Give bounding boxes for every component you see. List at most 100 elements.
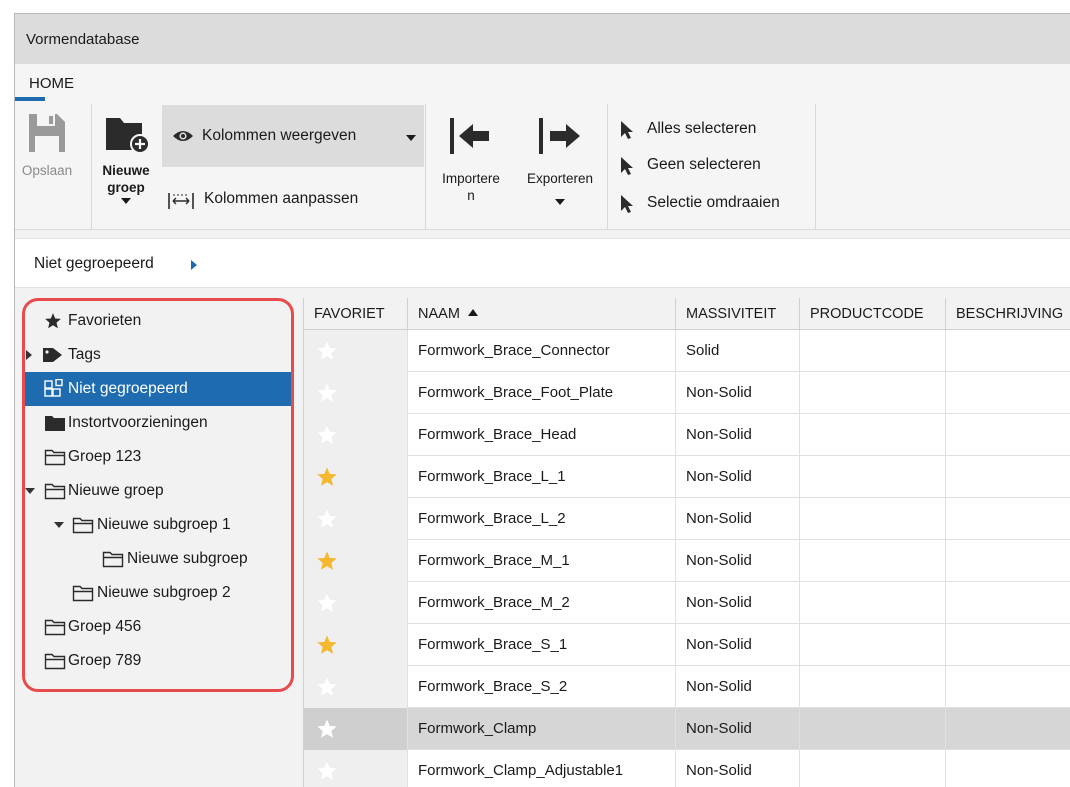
tree-item-groep-123[interactable]: Groep 123	[24, 440, 292, 474]
save-button[interactable]: Opslaan	[19, 112, 75, 179]
favorite-cell[interactable]	[304, 414, 408, 456]
column-header-productcode[interactable]: PRODUCTCODE	[800, 298, 946, 330]
favorite-cell[interactable]	[304, 330, 408, 372]
star-icon[interactable]	[316, 718, 338, 740]
column-header-massiviteit[interactable]: MASSIVITEIT	[676, 298, 800, 330]
productcode-cell	[800, 540, 946, 582]
tree-item-label: Groep 789	[68, 652, 142, 669]
title-bar: Vormendatabase	[15, 14, 1070, 64]
cursor-icon	[621, 195, 633, 213]
favorite-cell[interactable]	[304, 456, 408, 498]
star-icon[interactable]	[316, 508, 338, 530]
name-cell: Formwork_Clamp_Adjustable1	[408, 750, 676, 787]
tree-item-nieuwe-subgroep[interactable]: Nieuwe subgroep	[24, 542, 292, 576]
tree-item-label: Groep 456	[68, 618, 142, 635]
tree-item-tags[interactable]: Tags	[24, 338, 292, 372]
sort-ascending-icon	[467, 309, 478, 316]
table-row[interactable]: Formwork_Brace_Head Non-Solid	[304, 414, 1070, 456]
star-icon[interactable]	[316, 550, 338, 572]
tree-item-niet-gegroepeerd[interactable]: Niet gegroepeerd	[24, 372, 292, 406]
tab-home[interactable]: HOME	[29, 75, 74, 92]
table-row[interactable]: Formwork_Brace_S_2 Non-Solid	[304, 666, 1070, 708]
chevron-down-icon[interactable]	[54, 522, 64, 528]
productcode-cell	[800, 750, 946, 787]
star-icon[interactable]	[316, 340, 338, 362]
import-button[interactable]: Importere n	[429, 116, 513, 204]
table-row[interactable]: Formwork_Brace_M_2 Non-Solid	[304, 582, 1070, 624]
beschrijving-cell	[946, 540, 1070, 582]
tree-item-label: Nieuwe subgroep	[127, 550, 248, 567]
breadcrumb-item[interactable]: Niet gegroepeerd	[34, 255, 154, 273]
select-none-label: Geen selecteren	[647, 156, 761, 173]
column-header-beschrijving[interactable]: BESCHRIJVING	[946, 298, 1070, 330]
cursor-icon	[621, 157, 633, 175]
table-row[interactable]: Formwork_Brace_S_1 Non-Solid	[304, 624, 1070, 666]
table-row[interactable]: Formwork_Brace_L_1 Non-Solid	[304, 456, 1070, 498]
favorite-cell[interactable]	[304, 666, 408, 708]
select-all-label: Alles selecteren	[647, 120, 757, 137]
beschrijving-cell	[946, 624, 1070, 666]
tag-icon	[43, 348, 62, 362]
breadcrumb: Niet gegroepeerd	[15, 238, 1070, 288]
beschrijving-cell	[946, 414, 1070, 456]
productcode-cell	[800, 708, 946, 750]
chevron-right-icon[interactable]	[26, 350, 32, 360]
table-row[interactable]: Formwork_Brace_Foot_Plate Non-Solid	[304, 372, 1070, 414]
star-icon[interactable]	[316, 382, 338, 404]
massiviteit-cell: Non-Solid	[676, 372, 800, 414]
star-icon[interactable]	[316, 424, 338, 446]
import-label-line2: n	[467, 188, 475, 203]
table-row[interactable]: Formwork_Clamp Non-Solid	[304, 708, 1070, 750]
new-group-label-line1: Nieuwe	[102, 163, 150, 178]
export-button[interactable]: Exporteren	[513, 116, 607, 205]
group-folder-icon	[44, 449, 66, 466]
favorite-cell[interactable]	[304, 624, 408, 666]
ribbon-separator	[425, 104, 426, 230]
name-cell: Formwork_Brace_S_2	[408, 666, 676, 708]
shape-table: FAVORIET NAAM MASSIVITEIT PRODUCTCODE BE…	[303, 298, 1070, 787]
star-icon[interactable]	[316, 466, 338, 488]
star-icon[interactable]	[316, 676, 338, 698]
invert-selection-label: Selectie omdraaien	[647, 194, 780, 211]
name-cell: Formwork_Brace_Head	[408, 414, 676, 456]
column-header-naam[interactable]: NAAM	[408, 298, 676, 330]
tree-item-label: Nieuwe groep	[68, 482, 164, 499]
tree-item-nieuwe-groep[interactable]: Nieuwe groep	[24, 474, 292, 508]
tree-item-label: Instortvoorzieningen	[68, 414, 208, 431]
star-icon[interactable]	[316, 634, 338, 656]
tree-item-groep-456[interactable]: Groep 456	[24, 610, 292, 644]
chevron-down-icon[interactable]	[25, 488, 35, 494]
ungrouped-icon	[44, 379, 63, 397]
favorite-cell[interactable]	[304, 750, 408, 787]
show-columns-button[interactable]: Kolommen weergeven	[162, 105, 424, 167]
favorite-cell[interactable]	[304, 708, 408, 750]
tree-item-instortvoorzieningen[interactable]: Instortvoorzieningen	[24, 406, 292, 440]
favorite-cell[interactable]	[304, 540, 408, 582]
table-row[interactable]: Formwork_Brace_L_2 Non-Solid	[304, 498, 1070, 540]
star-icon[interactable]	[316, 760, 338, 782]
tree-item-groep-789[interactable]: Groep 789	[24, 644, 292, 678]
favorite-cell[interactable]	[304, 582, 408, 624]
table-row[interactable]: Formwork_Brace_Connector Solid	[304, 330, 1070, 372]
tree-item-nieuwe-subgroep-1[interactable]: Nieuwe subgroep 1	[24, 508, 292, 542]
favorite-cell[interactable]	[304, 372, 408, 414]
tree-item-favorieten[interactable]: Favorieten	[24, 304, 292, 338]
tree-item-label: Groep 123	[68, 448, 142, 465]
table-row[interactable]: Formwork_Brace_M_1 Non-Solid	[304, 540, 1070, 582]
massiviteit-cell: Non-Solid	[676, 540, 800, 582]
favorite-cell[interactable]	[304, 498, 408, 540]
table-row[interactable]: Formwork_Clamp_Adjustable1 Non-Solid	[304, 750, 1070, 787]
beschrijving-cell	[946, 708, 1070, 750]
star-icon[interactable]	[316, 592, 338, 614]
column-header-favoriet[interactable]: FAVORIET	[304, 298, 408, 330]
tree-item-label: Nieuwe subgroep 2	[97, 584, 231, 601]
chevron-right-icon[interactable]	[191, 260, 197, 270]
tree-item-nieuwe-subgroep-2[interactable]: Nieuwe subgroep 2	[24, 576, 292, 610]
new-group-button[interactable]: Nieuwe groep	[95, 112, 157, 204]
chevron-down-icon[interactable]	[406, 135, 416, 141]
productcode-cell	[800, 372, 946, 414]
chevron-down-icon[interactable]	[555, 199, 565, 205]
massiviteit-cell: Non-Solid	[676, 498, 800, 540]
group-tree: Favorieten Tags Niet gegroepeerd Instort…	[15, 298, 300, 787]
chevron-down-icon[interactable]	[121, 198, 131, 204]
